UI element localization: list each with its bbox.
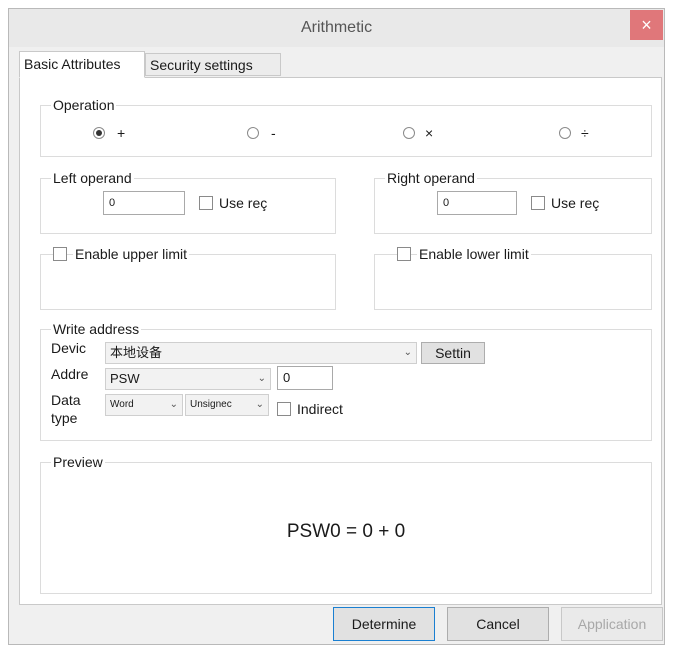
upper-limit-label: Enable upper limit xyxy=(73,245,190,263)
tab-basic-attributes[interactable]: Basic Attributes xyxy=(19,51,145,78)
radio-multiply-label: × xyxy=(425,125,434,141)
right-operand-input[interactable]: 0 xyxy=(437,191,517,215)
settings-button[interactable]: Settin xyxy=(421,342,485,364)
sign-select[interactable]: Unsignec ⌄ xyxy=(185,394,269,416)
arithmetic-dialog: Arithmetic × Basic Attributes Security s… xyxy=(8,8,665,645)
right-operand-legend: Right operand xyxy=(385,169,477,187)
left-use-register-checkbox[interactable] xyxy=(199,196,213,210)
upper-limit-checkbox[interactable] xyxy=(53,247,67,261)
application-button[interactable]: Application xyxy=(561,607,663,641)
preview-legend: Preview xyxy=(51,453,105,471)
radio-divide-label: ÷ xyxy=(581,125,589,141)
data-type-label-2: type xyxy=(51,410,78,426)
close-icon[interactable]: × xyxy=(641,15,652,35)
radio-plus[interactable] xyxy=(93,127,105,139)
write-address-group: Write address Devic 本地设备 ⌄ Settin Addre … xyxy=(40,320,652,441)
address-label: Addre xyxy=(51,366,89,382)
chevron-down-icon[interactable]: ⌄ xyxy=(256,395,264,415)
chevron-down-icon[interactable]: ⌄ xyxy=(170,395,178,415)
right-use-register-label: Use reç xyxy=(551,195,600,211)
radio-minus[interactable] xyxy=(247,127,259,139)
upper-limit-group: Enable upper limit xyxy=(40,245,336,310)
left-operand-input[interactable]: 0 xyxy=(103,191,185,215)
lower-limit-label: Enable lower limit xyxy=(417,245,531,263)
address-select[interactable]: PSW ⌄ xyxy=(105,368,271,390)
basic-attributes-panel: Operation + - × ÷ Left operand 0 Use reç… xyxy=(19,77,662,605)
right-operand-group: Right operand 0 Use reç xyxy=(374,169,652,234)
right-use-register-checkbox[interactable] xyxy=(531,196,545,210)
device-value: 本地设备 xyxy=(110,345,163,360)
data-type-select[interactable]: Word ⌄ xyxy=(105,394,183,416)
radio-minus-label: - xyxy=(271,125,276,141)
preview-expression: PSW0 = 0 + 0 xyxy=(286,521,406,542)
device-select[interactable]: 本地设备 ⌄ xyxy=(105,342,417,364)
indirect-label: Indirect xyxy=(297,401,343,417)
preview-group: Preview PSW0 = 0 + 0 xyxy=(40,453,652,594)
determine-button[interactable]: Determine xyxy=(333,607,435,641)
write-address-legend: Write address xyxy=(51,320,142,338)
device-label: Devic xyxy=(51,340,87,356)
operation-group: Operation + - × ÷ xyxy=(40,96,652,157)
tab-security-settings[interactable]: Security settings xyxy=(145,53,281,76)
sign-value: Unsignec xyxy=(190,399,232,410)
indirect-checkbox[interactable] xyxy=(277,402,291,416)
data-type-label: Data xyxy=(51,392,81,408)
left-operand-legend: Left operand xyxy=(51,169,134,187)
lower-limit-checkbox[interactable] xyxy=(397,247,411,261)
left-operand-group: Left operand 0 Use reç xyxy=(40,169,336,234)
data-type-value: Word xyxy=(110,399,134,410)
radio-plus-label: + xyxy=(117,125,126,141)
window-title: Arithmetic xyxy=(300,19,373,36)
chevron-down-icon[interactable]: ⌄ xyxy=(258,369,266,389)
chevron-down-icon[interactable]: ⌄ xyxy=(404,343,412,363)
address-offset-input[interactable]: 0 xyxy=(277,366,333,390)
lower-limit-group: Enable lower limit xyxy=(374,245,652,310)
close-button[interactable]: × xyxy=(630,10,663,40)
operation-legend: Operation xyxy=(51,96,117,114)
title-bar: Arithmetic × xyxy=(9,9,664,47)
cancel-button[interactable]: Cancel xyxy=(447,607,549,641)
address-value: PSW xyxy=(110,371,140,386)
radio-multiply[interactable] xyxy=(403,127,415,139)
left-use-register-label: Use reç xyxy=(219,195,268,211)
radio-divide[interactable] xyxy=(559,127,571,139)
